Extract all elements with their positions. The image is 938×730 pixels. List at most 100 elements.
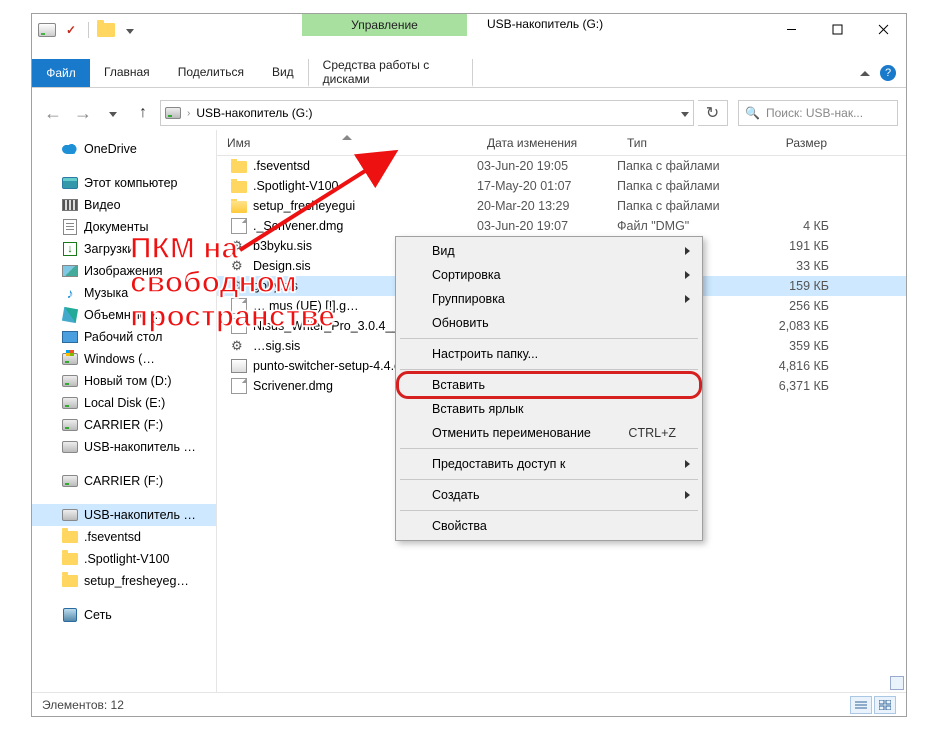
menu-properties[interactable]: Свойства	[398, 514, 700, 538]
menu-new[interactable]: Создать	[398, 483, 700, 507]
file-name: .fseventsd	[253, 159, 310, 173]
maximize-button[interactable]	[814, 14, 860, 44]
address-bar[interactable]: › USB-накопитель (G:)	[160, 100, 694, 126]
file-row[interactable]: .fseventsd03-Jun-20 19:05Папка с файлами	[217, 156, 906, 176]
chevron-right-icon[interactable]: ›	[187, 108, 190, 119]
network-icon	[63, 608, 77, 622]
tree-drive-c[interactable]: Windows (…	[32, 348, 216, 370]
breadcrumb[interactable]: USB-накопитель (G:)	[196, 106, 312, 120]
file-size: 2,083 КБ	[747, 319, 837, 333]
menu-group[interactable]: Группировка	[398, 287, 700, 311]
menu-undo-rename[interactable]: Отменить переименованиеCTRL+Z	[398, 421, 700, 445]
search-icon: 🔍	[745, 106, 760, 120]
navigation-pane[interactable]: OneDrive Этот компьютер Видео Документы …	[32, 130, 217, 692]
scroll-box-icon[interactable]	[890, 676, 904, 690]
folder-icon	[62, 553, 78, 565]
tree-usb-sub1[interactable]: .fseventsd	[32, 526, 216, 548]
tree-drive-e[interactable]: Local Disk (E:)	[32, 392, 216, 414]
file-name: punto-switcher-setup-4.4.exe	[253, 359, 414, 373]
tree-drive-d[interactable]: Новый том (D:)	[32, 370, 216, 392]
col-name[interactable]: Имя	[217, 136, 477, 150]
folder-icon	[231, 161, 247, 173]
file-icon	[231, 298, 247, 314]
document-icon	[63, 219, 77, 235]
address-dropdown-icon[interactable]	[681, 112, 689, 117]
tab-share[interactable]: Поделиться	[164, 59, 258, 87]
search-input[interactable]: 🔍 Поиск: USB-нак...	[738, 100, 898, 126]
folder-icon	[231, 181, 247, 193]
tree-network[interactable]: Сеть	[32, 604, 216, 626]
tab-drive-tools[interactable]: Средства работы с дисками	[308, 59, 473, 87]
tree-this-pc[interactable]: Этот компьютер	[32, 172, 216, 194]
tree-documents[interactable]: Документы	[32, 216, 216, 238]
menu-refresh[interactable]: Обновить	[398, 311, 700, 335]
contextual-tab-label: Управление	[302, 14, 467, 36]
tree-usb-sub2[interactable]: .Spotlight-V100	[32, 548, 216, 570]
file-row[interactable]: setup_fresheyegui20-Mar-20 13:29Папка с …	[217, 196, 906, 216]
window-title: USB-накопитель (G:)	[487, 17, 603, 31]
shortcut-label: CTRL+Z	[628, 426, 676, 440]
file-type: Папка с файлами	[617, 179, 747, 193]
file-type: Файл "DMG"	[617, 219, 747, 233]
tree-videos[interactable]: Видео	[32, 194, 216, 216]
up-button[interactable]: ↑	[130, 100, 156, 126]
folder-icon	[62, 575, 78, 587]
collapse-ribbon-icon[interactable]	[860, 71, 870, 76]
details-view-button[interactable]	[850, 696, 872, 714]
tree-3d-objects[interactable]: Объемные …	[32, 304, 216, 326]
navigation-bar: ← → ↑ › USB-накопитель (G:) ↻ 🔍 Поиск: U…	[32, 96, 906, 130]
menu-view[interactable]: Вид	[398, 239, 700, 263]
tree-desktop[interactable]: Рабочий стол	[32, 326, 216, 348]
submenu-arrow-icon	[685, 295, 690, 303]
recent-locations-button[interactable]	[100, 100, 126, 126]
tab-home[interactable]: Главная	[90, 59, 164, 87]
properties-qat-icon[interactable]: ✓	[62, 21, 80, 39]
file-tab[interactable]: Файл	[32, 59, 90, 87]
minimize-button[interactable]	[768, 14, 814, 44]
objects3d-icon	[62, 307, 78, 323]
tree-usb-sub3[interactable]: setup_fresheyeg…	[32, 570, 216, 592]
qat-dropdown-icon[interactable]	[121, 21, 139, 39]
tree-downloads[interactable]: Загрузки	[32, 238, 216, 260]
file-icon	[231, 318, 247, 334]
file-size: 4,816 КБ	[747, 359, 837, 373]
tree-drive-g[interactable]: USB-накопитель …	[32, 436, 216, 458]
menu-customize-folder[interactable]: Настроить папку...	[398, 342, 700, 366]
file-icon	[231, 378, 247, 394]
col-size[interactable]: Размер	[747, 136, 837, 150]
file-row[interactable]: ._Scrivener.dmg03-Jun-20 19:07Файл "DMG"…	[217, 216, 906, 236]
file-name: …sig.sis	[253, 339, 300, 353]
exe-icon	[231, 359, 247, 373]
file-size: 6,371 КБ	[747, 379, 837, 393]
folder-icon	[62, 531, 78, 543]
submenu-arrow-icon	[685, 271, 690, 279]
context-menu: Вид Сортировка Группировка Обновить Наст…	[395, 236, 703, 541]
tree-usb-root[interactable]: USB-накопитель …	[32, 504, 216, 526]
menu-sort[interactable]: Сортировка	[398, 263, 700, 287]
quick-access-toolbar: ✓	[32, 14, 145, 42]
drive-icon	[62, 475, 78, 487]
back-button[interactable]: ←	[40, 100, 66, 126]
tree-pictures[interactable]: Изображения	[32, 260, 216, 282]
menu-separator	[400, 448, 698, 449]
tree-music[interactable]: ♪Музыка	[32, 282, 216, 304]
menu-paste-shortcut[interactable]: Вставить ярлык	[398, 397, 700, 421]
menu-paste[interactable]: Вставить	[398, 373, 700, 397]
close-button[interactable]	[860, 14, 906, 44]
address-drive-icon	[165, 105, 181, 121]
col-date[interactable]: Дата изменения	[477, 136, 617, 150]
refresh-button[interactable]: ↻	[698, 100, 728, 126]
file-size: 159 КБ	[747, 279, 837, 293]
forward-button: →	[70, 100, 96, 126]
tree-onedrive[interactable]: OneDrive	[32, 138, 216, 160]
tree-carrier-root[interactable]: CARRIER (F:)	[32, 470, 216, 492]
menu-give-access[interactable]: Предоставить доступ к	[398, 452, 700, 476]
new-folder-qat-icon[interactable]	[97, 21, 115, 39]
menu-separator	[400, 510, 698, 511]
file-row[interactable]: .Spotlight-V10017-May-20 01:07Папка с фа…	[217, 176, 906, 196]
tab-view[interactable]: Вид	[258, 59, 308, 87]
thumbnails-view-button[interactable]	[874, 696, 896, 714]
tree-drive-f[interactable]: CARRIER (F:)	[32, 414, 216, 436]
col-type[interactable]: Тип	[617, 136, 747, 150]
help-icon[interactable]: ?	[880, 65, 896, 81]
